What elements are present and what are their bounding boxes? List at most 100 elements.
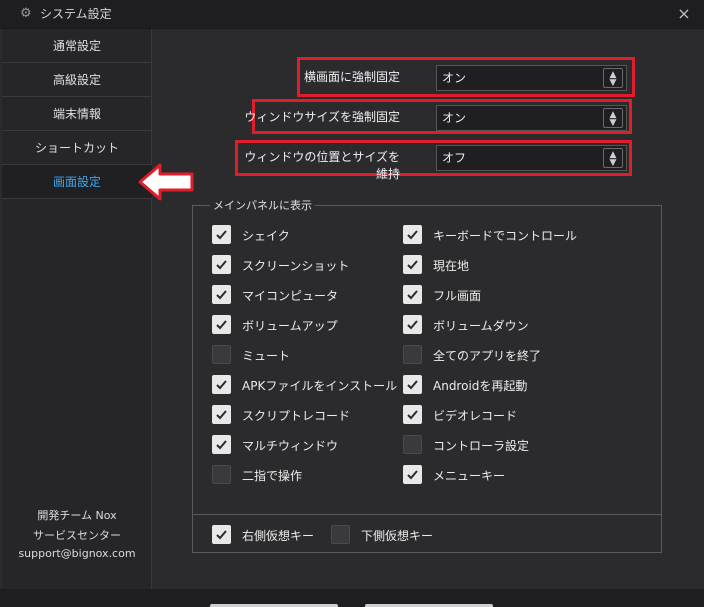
checkbox-label: シェイク [242, 229, 290, 243]
checkbox-script-record[interactable]: スクリプトレコード [212, 405, 392, 425]
checkbox-label: フル画面 [433, 289, 482, 303]
title-bar: ⚙ システム設定 × [0, 0, 704, 29]
checkbox-volume-up[interactable]: ボリュームアップ [212, 315, 392, 335]
checkbox-two-finger[interactable]: 二指で操作 [212, 465, 392, 485]
sidebar-item-shortcut[interactable]: ショートカット [2, 131, 152, 165]
checkbox-label: ボリュームダウン [433, 319, 529, 333]
checkbox-restart-android[interactable]: Androidを再起動 [403, 375, 603, 395]
select-value: オン [442, 111, 467, 125]
checkbox-label: 右側仮想キー [242, 529, 315, 543]
checkbox-box[interactable] [212, 465, 231, 484]
sidebar-item-advanced[interactable]: 高級設定 [2, 63, 152, 97]
checkbox-install-apk[interactable]: APKファイルをインストール [212, 375, 397, 395]
checkmark-icon [216, 380, 227, 390]
checkbox-box[interactable] [212, 255, 231, 274]
service-center-label: サービスセンター [33, 529, 121, 542]
checkmark-icon [407, 470, 418, 480]
checkbox-right-virtual-keys[interactable]: 右側仮想キー [212, 525, 327, 545]
panel-divider [192, 514, 662, 515]
checkbox-label: APKファイルをインストール [242, 379, 398, 393]
close-icon[interactable]: × [676, 6, 692, 22]
checkbox-fullscreen[interactable]: フル画面 [403, 285, 603, 305]
checkmark-icon [216, 260, 227, 270]
checkbox-box[interactable] [331, 525, 350, 544]
checkbox-box[interactable] [212, 525, 231, 544]
checkbox-box[interactable] [212, 315, 231, 334]
checkbox-volume-down[interactable]: ボリュームダウン [403, 315, 603, 335]
checkbox-label: 全てのアプリを終了 [433, 349, 542, 363]
main-panel-title: メインパネルに表示 [210, 197, 315, 213]
sidebar-item-device-info[interactable]: 端末情報 [2, 97, 152, 131]
keep-window-position-select[interactable]: オフ ▲ ▼ [436, 145, 627, 171]
checkbox-label: スクリプトレコード [242, 409, 351, 423]
checkmark-icon [407, 260, 418, 270]
checkmark-icon [216, 320, 227, 330]
checkmark-icon [407, 230, 418, 240]
setting-label-landscape-lock: 横画面に強制固定 [303, 70, 400, 84]
checkbox-multi-window[interactable]: マルチウィンドウ [212, 435, 392, 455]
bottom-bar [0, 589, 704, 607]
checkbox-label: ミュート [242, 349, 291, 363]
checkbox-label: キーボードでコントロール [433, 229, 578, 243]
team-credit: 開発チーム Nox [37, 509, 117, 522]
sidebar-item-general[interactable]: 通常設定 [2, 29, 152, 63]
setting-label-window-size-lock: ウィンドウサイズを強制固定 [244, 110, 400, 124]
checkbox-box[interactable] [403, 465, 422, 484]
setting-label-keep-window-position: ウィンドウの位置とサイズを維持 [244, 150, 400, 181]
checkbox-shake[interactable]: シェイク [212, 225, 392, 245]
checkbox-box[interactable] [212, 225, 231, 244]
checkbox-box[interactable] [403, 315, 422, 334]
annotation-arrow-icon [138, 163, 194, 201]
checkbox-label: 二指で操作 [242, 469, 303, 483]
checkbox-label: スクリーンショット [242, 259, 350, 273]
checkmark-icon [216, 230, 227, 240]
checkbox-box[interactable] [403, 225, 422, 244]
checkmark-icon [407, 380, 418, 390]
checkmark-icon [216, 410, 227, 420]
checkbox-label: マルチウィンドウ [242, 439, 339, 453]
checkbox-label: 下側仮想キー [361, 529, 434, 543]
gear-icon: ⚙ [20, 6, 32, 21]
chevron-updown-icon: ▲ ▼ [603, 68, 623, 88]
checkbox-screenshot[interactable]: スクリーンショット [212, 255, 392, 275]
checkbox-label: メニューキー [433, 469, 506, 483]
chevron-updown-icon: ▲ ▼ [603, 108, 623, 128]
checkmark-icon [407, 410, 418, 420]
checkbox-box[interactable] [212, 405, 231, 424]
checkbox-label: Androidを再起動 [433, 379, 528, 393]
support-email: support@bignox.com [18, 547, 136, 560]
checkbox-bottom-virtual-keys[interactable]: 下側仮想キー [331, 525, 451, 545]
checkbox-box[interactable] [403, 435, 422, 454]
checkbox-box[interactable] [403, 375, 422, 394]
checkbox-box[interactable] [212, 375, 231, 394]
checkbox-box[interactable] [212, 345, 231, 364]
checkbox-box[interactable] [403, 345, 422, 364]
checkbox-label: ボリュームアップ [242, 319, 338, 333]
checkbox-box[interactable] [403, 255, 422, 274]
checkbox-box[interactable] [212, 285, 231, 304]
checkbox-location[interactable]: 現在地 [403, 255, 603, 275]
checkmark-icon [407, 320, 418, 330]
checkbox-box[interactable] [403, 285, 422, 304]
checkbox-label: 現在地 [433, 259, 470, 273]
checkbox-keyboard-control[interactable]: キーボードでコントロール [403, 225, 603, 245]
sidebar: 通常設定 高級設定 端末情報 ショートカット 画面設定 開発チーム Nox サー… [2, 29, 152, 589]
checkbox-mute[interactable]: ミュート [212, 345, 392, 365]
checkbox-video-record[interactable]: ビデオレコード [403, 405, 603, 425]
window-size-lock-select[interactable]: オン ▲ ▼ [436, 105, 627, 131]
checkbox-label: マイコンピュータ [242, 289, 339, 303]
checkbox-close-all-apps[interactable]: 全てのアプリを終了 [403, 345, 603, 365]
checkbox-my-computer[interactable]: マイコンピュータ [212, 285, 392, 305]
checkmark-icon [216, 290, 227, 300]
checkmark-icon [407, 290, 418, 300]
checkmark-icon [216, 530, 227, 540]
checkmark-icon [216, 440, 227, 450]
checkbox-controller-settings[interactable]: コントローラ設定 [403, 435, 603, 455]
checkbox-label: コントローラ設定 [433, 439, 530, 453]
chevron-updown-icon: ▲ ▼ [603, 148, 623, 168]
checkbox-menu-key[interactable]: メニューキー [403, 465, 603, 485]
landscape-lock-select[interactable]: オン ▲ ▼ [436, 65, 627, 91]
checkbox-box[interactable] [212, 435, 231, 454]
checkbox-box[interactable] [403, 405, 422, 424]
sidebar-item-display[interactable]: 画面設定 [2, 165, 152, 199]
